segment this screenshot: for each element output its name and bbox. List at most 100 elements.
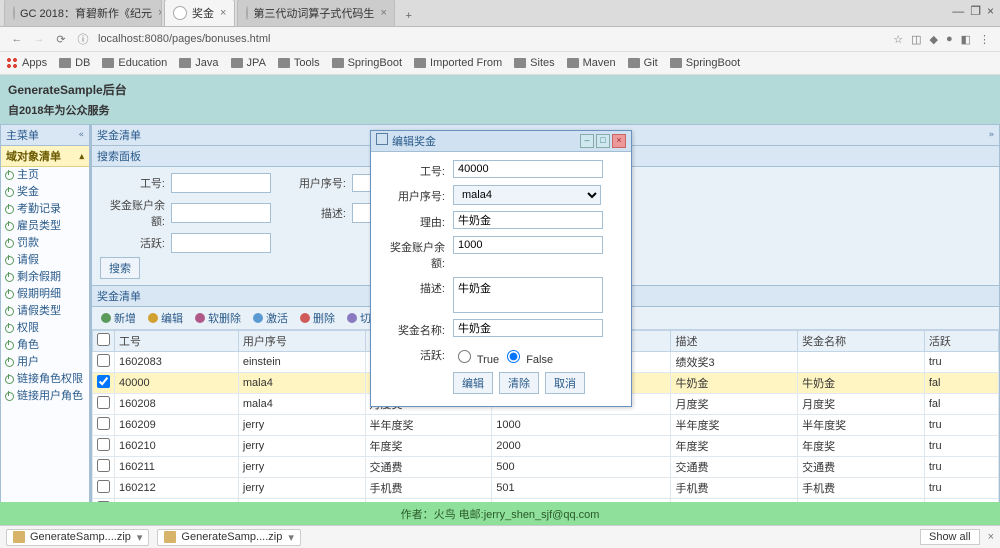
dlg-balance-input[interactable] (453, 236, 603, 254)
bookmark-item[interactable]: DB (59, 57, 90, 69)
os-close[interactable]: × (987, 4, 994, 18)
nav-item[interactable]: 链接角色权限 (1, 371, 89, 388)
star-icon[interactable]: ☆ (893, 33, 903, 46)
dlg-radio-false[interactable] (507, 350, 520, 363)
table-row[interactable]: 160209jerry半年度奖1000半年度奖半年度奖tru (93, 415, 999, 436)
nav-item[interactable]: 剩余假期 (1, 269, 89, 286)
os-minimize[interactable]: — (952, 4, 964, 18)
toolbar-button-软删除[interactable]: 软删除 (190, 309, 246, 327)
search-active-input[interactable] (171, 233, 271, 253)
show-all-downloads[interactable]: Show all (920, 529, 980, 545)
dlg-clear-button[interactable]: 清除 (499, 372, 539, 394)
dlg-edit-button[interactable]: 编辑 (453, 372, 493, 394)
download-item-1[interactable]: GenerateSamp....zip▾ (6, 529, 149, 546)
toolbar-button-激活[interactable]: 激活 (248, 309, 293, 327)
toolbar-button-编辑[interactable]: 编辑 (143, 309, 188, 327)
grid-column-header[interactable]: 奖金名称 (798, 331, 925, 352)
bookmark-item[interactable]: Apps (6, 57, 47, 69)
nav-item[interactable]: 角色 (1, 337, 89, 354)
dlg-desc-textarea[interactable]: 牛奶金 (453, 277, 603, 313)
table-cell: fal (924, 394, 998, 415)
nav-item[interactable]: 罚款 (1, 235, 89, 252)
close-downloads-icon[interactable]: × (988, 531, 994, 543)
nav-item[interactable]: 奖金 (1, 184, 89, 201)
dialog-header[interactable]: 编辑奖金 – □ × (371, 131, 631, 152)
dlg-name-input[interactable] (453, 319, 603, 337)
row-checkbox[interactable] (97, 480, 110, 493)
bookmark-item[interactable]: Sites (514, 57, 554, 69)
bookmark-item[interactable]: Java (179, 57, 218, 69)
grid-column-header[interactable]: 描述 (671, 331, 798, 352)
dialog-minimize-icon[interactable]: – (580, 134, 594, 148)
nav-item[interactable]: 请假 (1, 252, 89, 269)
ext2-icon[interactable]: ● (946, 33, 953, 45)
dlg-workno-input[interactable] (453, 160, 603, 178)
nav-item[interactable]: 权限 (1, 320, 89, 337)
row-checkbox[interactable] (97, 459, 110, 472)
grid-column-header[interactable]: 用户序号 (238, 331, 365, 352)
table-row[interactable]: 160212jerry手机费501手机费手机费tru (93, 478, 999, 499)
close-tab-icon[interactable]: × (380, 7, 386, 19)
menu-icon[interactable]: ⋮ (979, 33, 990, 46)
bookmark-item[interactable]: SpringBoot (332, 57, 402, 69)
search-workno-input[interactable] (171, 173, 271, 193)
nav-item[interactable]: 雇员类型 (1, 218, 89, 235)
nav-item[interactable]: 请假类型 (1, 303, 89, 320)
nav-category[interactable]: 域对象清单 ▴ (1, 146, 89, 167)
gift-icon[interactable]: ◫ (911, 33, 921, 46)
grid-column-header[interactable]: 活跃 (924, 331, 998, 352)
row-checkbox[interactable] (97, 438, 110, 451)
nav-item[interactable]: 主页 (1, 167, 89, 184)
ext3-icon[interactable]: ◧ (961, 33, 971, 46)
dlg-reason-input[interactable] (453, 211, 603, 229)
ext1-icon[interactable]: ◆ (929, 33, 937, 46)
bookmark-item[interactable]: SpringBoot (670, 57, 740, 69)
browser-tab[interactable]: GC 2018：育碧新作《纪元× (4, 0, 162, 26)
toolbar-button-删除[interactable]: 删除 (295, 309, 340, 327)
table-row[interactable]: 160210jerry年度奖2000年度奖年度奖tru (93, 436, 999, 457)
info-icon[interactable]: ⓘ (75, 31, 91, 47)
dlg-userseq-select[interactable]: mala4 (453, 185, 601, 205)
new-tab-button[interactable]: + (397, 6, 419, 26)
bookmark-item[interactable]: Tools (278, 57, 320, 69)
search-desc-label: 描述: (281, 205, 346, 221)
browser-tab[interactable]: 第三代动词算子式代码生× (237, 0, 395, 26)
chevron-down-icon[interactable]: ▾ (288, 531, 294, 544)
bookmark-item[interactable]: Git (628, 57, 658, 69)
category-collapse-icon[interactable]: ▴ (79, 151, 84, 162)
search-button[interactable]: 搜索 (100, 257, 140, 279)
nav-item[interactable]: 用户 (1, 354, 89, 371)
bookmark-item[interactable]: Maven (567, 57, 616, 69)
chevron-down-icon[interactable]: ▾ (137, 531, 143, 544)
nav-item[interactable]: 考勤记录 (1, 201, 89, 218)
dialog-maximize-icon[interactable]: □ (596, 134, 610, 148)
download-item-2[interactable]: GenerateSamp....zip▾ (157, 529, 300, 546)
bookmark-item[interactable]: JPA (231, 57, 266, 69)
nav-item[interactable]: 链接用户角色 (1, 388, 89, 405)
collapse-icon[interactable]: « (79, 130, 84, 140)
toolbar-button-新增[interactable]: 新增 (96, 309, 141, 327)
dlg-radio-true[interactable] (458, 350, 471, 363)
dlg-cancel-button[interactable]: 取消 (545, 372, 585, 394)
url-text[interactable]: localhost:8080/pages/bonuses.html (98, 33, 889, 45)
browser-tab[interactable]: 奖金× (164, 0, 235, 26)
nav-item[interactable]: 假期明细 (1, 286, 89, 303)
bookmark-item[interactable]: Imported From (414, 57, 502, 69)
os-maximize[interactable]: ❐ (970, 4, 981, 18)
row-checkbox[interactable] (97, 375, 110, 388)
select-all-checkbox[interactable] (97, 333, 110, 346)
row-checkbox[interactable] (97, 354, 110, 367)
close-tab-icon[interactable]: × (220, 7, 226, 19)
back-icon[interactable]: ← (9, 33, 25, 45)
dialog-close-icon[interactable]: × (612, 134, 626, 148)
panel-collapse-icon[interactable]: » (989, 130, 994, 140)
forward-icon[interactable]: → (31, 33, 47, 45)
row-checkbox[interactable] (97, 417, 110, 430)
close-tab-icon[interactable]: × (158, 7, 162, 19)
search-balance-input[interactable] (171, 203, 271, 223)
bookmark-item[interactable]: Education (102, 57, 167, 69)
grid-column-header[interactable]: 工号 (115, 331, 239, 352)
row-checkbox[interactable] (97, 396, 110, 409)
reload-icon[interactable]: ⟳ (53, 33, 69, 46)
table-row[interactable]: 160211jerry交通费500交通费交通费tru (93, 457, 999, 478)
